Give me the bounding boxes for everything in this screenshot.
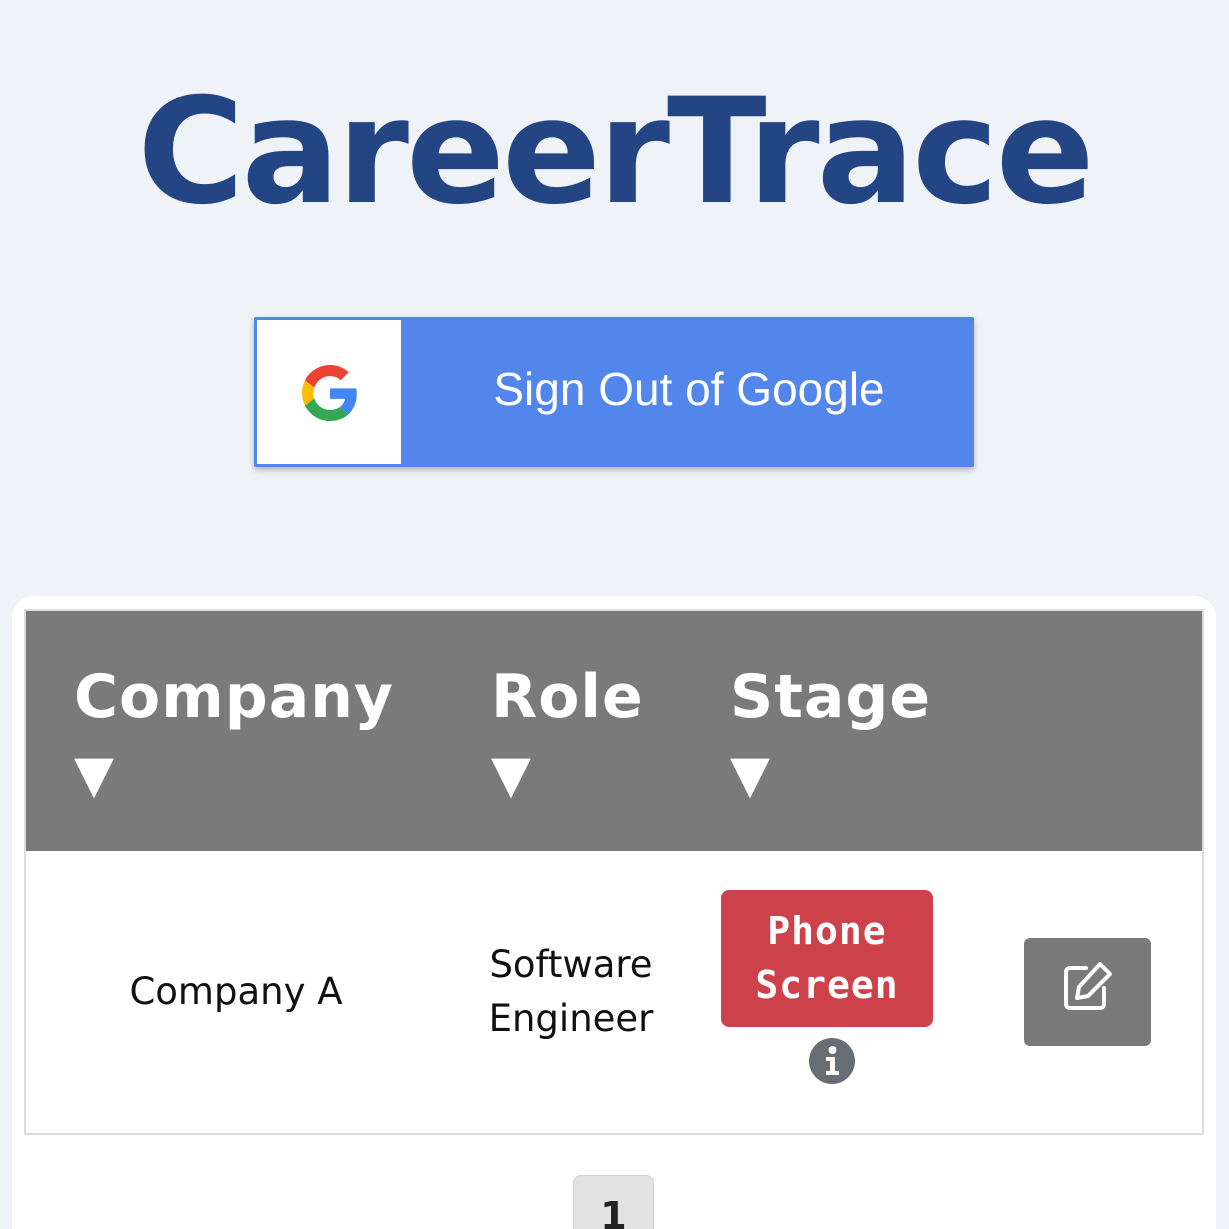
column-header-role[interactable]: Role ▼ [491,657,644,805]
table-row: Company A Software Engineer Phone Screen [24,851,1204,1135]
page: CareerTrace Sign Out of Google Company ▼… [0,0,1229,1229]
role-line-1: Software [489,943,653,986]
edit-button[interactable] [1024,938,1151,1046]
sort-down-icon: ▼ [730,745,771,805]
role-line-2: Engineer [488,997,654,1040]
table-header: Company ▼ Role ▼ Stage ▼ [24,609,1204,853]
edit-square-icon [1064,962,1112,1010]
google-sign-out-label: Sign Out of Google [493,363,885,415]
column-header-stage[interactable]: Stage ▼ [730,657,931,805]
stage-line-2: Screen [755,963,899,1007]
app-title: CareerTrace [137,67,1094,237]
stage-badge[interactable]: Phone Screen [721,890,933,1027]
google-g-icon [302,365,357,421]
sort-down-icon: ▼ [491,745,532,805]
google-sign-out-button[interactable]: Sign Out of Google [254,317,974,467]
column-label-company: Company [74,662,395,732]
column-header-company[interactable]: Company ▼ [74,657,394,805]
column-label-stage: Stage [730,662,932,732]
info-circle-icon[interactable] [809,1038,855,1084]
company-cell: Company A [129,970,343,1013]
column-label-role: Role [491,662,644,732]
pagination-page-1[interactable]: 1 [573,1175,654,1229]
role-cell: Software Engineer [456,938,686,1046]
sort-down-icon: ▼ [74,745,115,805]
stage-line-1: Phone [767,909,887,953]
google-icon-container [257,320,401,464]
